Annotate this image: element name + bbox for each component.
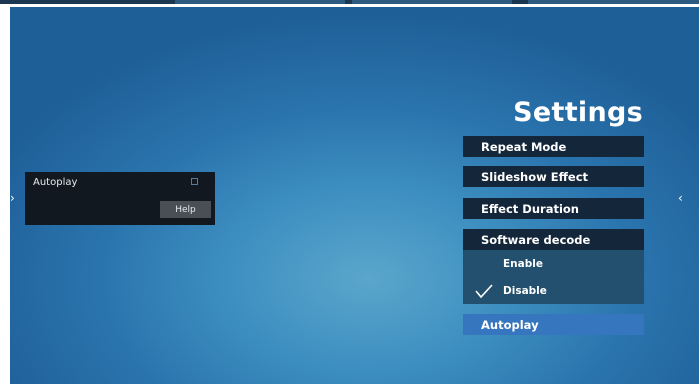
- top-strip-segment: [175, 0, 345, 4]
- right-nav-arrow-icon[interactable]: ‹: [678, 192, 683, 204]
- left-nav-arrow-icon[interactable]: ›: [10, 192, 15, 204]
- option-disable[interactable]: Disable: [463, 279, 644, 303]
- menu-item-repeat-mode[interactable]: Repeat Mode: [463, 136, 644, 157]
- top-strip-segment: [528, 0, 699, 4]
- page-title: Settings: [513, 97, 643, 128]
- checkmark-icon: [475, 284, 493, 299]
- popup-title: Autoplay: [33, 177, 78, 188]
- help-button[interactable]: Help: [160, 201, 211, 218]
- top-strip: [0, 0, 699, 4]
- autoplay-popup: Autoplay Help: [25, 172, 215, 225]
- software-decode-submenu: Enable Disable: [463, 250, 644, 304]
- menu-item-software-decode[interactable]: Software decode: [463, 229, 644, 250]
- option-enable[interactable]: Enable: [463, 252, 644, 276]
- menu-item-autoplay[interactable]: Autoplay: [463, 314, 644, 335]
- option-label: Enable: [503, 258, 543, 270]
- option-label: Disable: [503, 285, 547, 297]
- top-strip-segment: [352, 0, 512, 4]
- menu-item-slideshow-effect[interactable]: Slideshow Effect: [463, 166, 644, 187]
- menu-item-effect-duration[interactable]: Effect Duration: [463, 198, 644, 219]
- autoplay-checkbox[interactable]: [191, 178, 198, 185]
